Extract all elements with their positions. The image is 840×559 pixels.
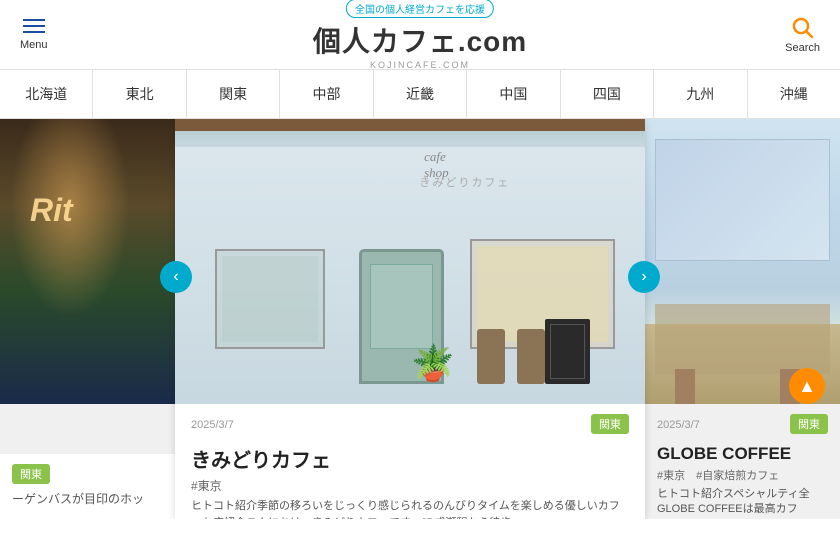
table-surface <box>655 304 830 374</box>
hamburger-line-1 <box>23 19 45 21</box>
cards-area: ‹ 関東 ーゲンバスが目印のホッ <box>0 119 840 519</box>
card-right-content: 2025/3/7 関東 GLOBE COFFEE #東京 #自家焙煎カフェ ヒト… <box>645 404 840 519</box>
search-icon <box>791 16 815 40</box>
nav-hokkaido[interactable]: 北海道 <box>0 70 93 118</box>
nav-tohoku[interactable]: 東北 <box>93 70 186 118</box>
center-title: きみどりカフェ <box>191 444 629 473</box>
hamburger-icon <box>23 19 45 33</box>
card-center-image: cafeshop きみどりカフェ 🪴 <box>175 119 645 404</box>
card-left-content: 関東 ーゲンバスが目印のホッ <box>0 454 175 519</box>
center-desc: ヒトコト紹介季節の移ろいをじっくり感じられるのんびりタイムを楽しめる優しいカフェ… <box>191 498 629 519</box>
right-tag: 関東 <box>790 414 828 434</box>
menu-button[interactable]: Menu <box>20 19 48 51</box>
roof-trim <box>175 119 645 131</box>
chevron-right-icon: › <box>641 268 646 286</box>
header: Menu 全国の個人経営カフェを応援 個人カフェ.com KOJINCAFE.C… <box>0 0 840 70</box>
right-meta: #東京 #自家焙煎カフェ <box>657 467 828 483</box>
chevron-left-icon: ‹ <box>173 268 178 286</box>
storefront-overlay <box>0 119 175 404</box>
nav-kinki[interactable]: 近畿 <box>374 70 467 118</box>
left-window <box>215 249 325 349</box>
card-center-content: 2025/3/7 関東 きみどりカフェ #東京 ヒトコト紹介季節の移ろいをじっく… <box>175 404 645 519</box>
card-left-image <box>0 119 175 404</box>
nav-shikoku[interactable]: 四国 <box>561 70 654 118</box>
card-left-partial[interactable]: 関東 ーゲンバスが目印のホッ <box>0 119 175 519</box>
right-date: 2025/3/7 <box>657 419 700 431</box>
stool-1 <box>477 329 505 384</box>
card-right-partial[interactable]: 2025/3/7 関東 GLOBE COFFEE #東京 #自家焙煎カフェ ヒト… <box>645 119 840 519</box>
card-right-image <box>645 119 840 404</box>
plant-decoration: 🪴 <box>411 343 455 384</box>
cafe-scene: cafeshop きみどりカフェ 🪴 <box>175 119 645 404</box>
next-arrow[interactable]: › <box>628 261 660 293</box>
nav-kanto[interactable]: 関東 <box>187 70 280 118</box>
center-tag: 関東 <box>591 414 629 434</box>
site-title: 個人カフェ.com <box>313 20 527 60</box>
blackboard <box>545 319 590 384</box>
search-button[interactable]: Search <box>785 16 820 54</box>
hamburger-line-2 <box>23 25 45 27</box>
nav-chubu[interactable]: 中部 <box>280 70 373 118</box>
menu-label: Menu <box>20 39 48 51</box>
card-center[interactable]: cafeshop きみどりカフェ 🪴 <box>175 119 645 519</box>
scroll-top-button[interactable]: ▲ <box>789 368 825 404</box>
blackboard-inner <box>550 324 585 379</box>
hamburger-line-3 <box>23 31 45 33</box>
prev-arrow[interactable]: ‹ <box>160 261 192 293</box>
chair-left <box>675 369 695 404</box>
search-label: Search <box>785 42 820 54</box>
center-date: 2025/3/7 <box>191 419 234 431</box>
center-meta: #東京 <box>191 477 629 494</box>
nav-chugoku[interactable]: 中国 <box>467 70 560 118</box>
nav-okinawa[interactable]: 沖縄 <box>748 70 840 118</box>
stools <box>477 329 545 384</box>
door-window <box>370 264 433 349</box>
region-nav: 北海道 東北 関東 中部 近畿 中国 四国 九州 沖縄 <box>0 70 840 119</box>
right-title: GLOBE COFFEE <box>657 444 828 464</box>
right-desc: ヒトコト紹介スペシャルティ全GLOBE COFFEEは最高カフ <box>657 487 828 518</box>
window-inner <box>222 256 318 342</box>
arrow-up-icon: ▲ <box>798 376 816 397</box>
site-branding: 全国の個人経営カフェを応援 個人カフェ.com KOJINCAFE.COM <box>313 0 527 70</box>
card-left-tag: 関東 <box>12 464 50 484</box>
cafe-name-sign: きみどりカフェ <box>419 174 510 190</box>
site-subtitle: KOJINCAFE.COM <box>313 60 527 70</box>
card-left-desc: ーゲンバスが目印のホッ <box>12 490 163 509</box>
tagline: 全国の個人経営カフェを応援 <box>346 0 494 18</box>
nav-kyushu[interactable]: 九州 <box>654 70 747 118</box>
stool-2 <box>517 329 545 384</box>
